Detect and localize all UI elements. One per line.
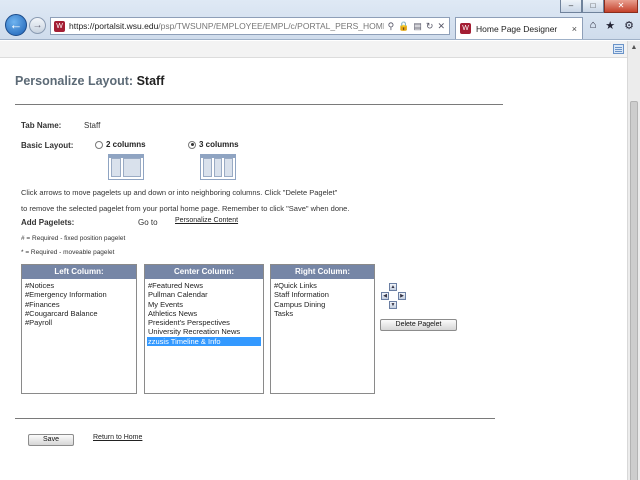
url-text[interactable]: https://portalsit.wsu.edu/psp/TWSUNP/EMP… bbox=[69, 21, 384, 31]
radio-3-columns[interactable] bbox=[188, 140, 196, 149]
tab-title: Home Page Designer bbox=[476, 23, 558, 34]
tab-name-value: Staff bbox=[84, 121, 101, 130]
scroll-up-icon[interactable]: ▲ bbox=[628, 41, 640, 55]
move-right-icon[interactable]: ▶ bbox=[398, 292, 406, 300]
move-up-icon[interactable]: ▲ bbox=[389, 283, 397, 291]
list-item[interactable]: Athletics News bbox=[147, 309, 261, 318]
selected-list-item[interactable]: zzusis Timeline & Info bbox=[147, 336, 261, 347]
list-item[interactable]: University Recreation News bbox=[147, 327, 261, 336]
list-item[interactable]: #Notices bbox=[24, 281, 134, 290]
right-column-panel: Right Column: #Quick Links Staff Informa… bbox=[270, 264, 375, 394]
vertical-scrollbar[interactable]: ▲ bbox=[627, 41, 640, 480]
footer-divider bbox=[15, 418, 495, 419]
close-window-button[interactable]: ✕ bbox=[604, 0, 638, 13]
legend-required-fixed: # = Required - fixed position pagelet bbox=[21, 235, 126, 242]
left-column-list[interactable]: #Notices #Emergency Information #Finance… bbox=[22, 279, 136, 327]
list-item[interactable]: #Payroll bbox=[24, 318, 134, 327]
layout-column bbox=[203, 158, 212, 177]
list-item[interactable]: #Cougarcard Balance bbox=[24, 309, 134, 318]
compatibility-icon[interactable]: ▤ bbox=[413, 21, 422, 32]
save-button[interactable]: Save bbox=[28, 434, 74, 446]
layout-option-3-columns[interactable]: 3 columns bbox=[188, 140, 239, 149]
move-arrows: ▲ ◀ ▶ ▼ bbox=[380, 283, 406, 309]
scroll-thumb[interactable] bbox=[630, 101, 638, 480]
layout-column bbox=[224, 158, 234, 177]
move-left-icon[interactable]: ◀ bbox=[381, 292, 389, 300]
center-column-panel: Center Column: #Featured News Pullman Ca… bbox=[144, 264, 264, 394]
two-column-layout-icon[interactable] bbox=[108, 154, 144, 180]
list-item[interactable]: President's Perspectives bbox=[147, 318, 261, 327]
gear-icon[interactable]: ⚙ bbox=[624, 19, 634, 32]
list-item[interactable]: Tasks bbox=[273, 309, 372, 318]
favorites-icon[interactable]: ★ bbox=[605, 19, 615, 32]
stop-icon[interactable]: ✕ bbox=[437, 21, 445, 32]
window-controls: – □ ✕ bbox=[560, 0, 638, 13]
address-bar[interactable]: W https://portalsit.wsu.edu/psp/TWSUNP/E… bbox=[50, 17, 450, 35]
site-favicon-icon: W bbox=[54, 20, 65, 32]
list-item[interactable]: #Quick Links bbox=[273, 281, 372, 290]
instructions-line-1: Click arrows to move pagelets up and dow… bbox=[21, 188, 338, 197]
layout-column bbox=[213, 158, 223, 177]
left-column-header: Left Column: bbox=[22, 265, 136, 279]
instructions-line-2: to remove the selected pagelet from your… bbox=[21, 204, 350, 213]
right-column-list[interactable]: #Quick Links Staff Information Campus Di… bbox=[271, 279, 374, 318]
center-column-list[interactable]: #Featured News Pullman Calendar My Event… bbox=[145, 279, 263, 347]
back-button[interactable]: ← bbox=[5, 14, 27, 36]
right-column-header: Right Column: bbox=[271, 265, 374, 279]
lock-icon[interactable]: 🔒 bbox=[398, 21, 409, 32]
layout-column bbox=[111, 158, 121, 177]
list-item[interactable]: Staff Information bbox=[273, 290, 372, 299]
personalize-content-link[interactable]: Personalize Content bbox=[175, 217, 238, 224]
browser-tab[interactable]: W Home Page Designer × bbox=[455, 17, 583, 39]
layout-option-2-columns[interactable]: 2 columns bbox=[95, 140, 146, 149]
portal-header-strip bbox=[0, 41, 627, 58]
move-down-icon[interactable]: ▼ bbox=[389, 301, 397, 309]
list-item[interactable]: My Events bbox=[147, 300, 261, 309]
add-pagelets-label: Add Pagelets: bbox=[21, 218, 75, 227]
browser-toolbar-icons: ⌂ ★ ⚙ bbox=[590, 19, 634, 32]
search-icon[interactable]: ⚲ bbox=[388, 21, 395, 32]
page-title: Personalize Layout: Staff bbox=[15, 74, 165, 88]
delete-pagelet-button[interactable]: Delete Pagelet bbox=[380, 319, 457, 331]
browser-chrome: – □ ✕ ← → W https://portalsit.wsu.edu/ps… bbox=[0, 0, 640, 40]
center-column-header: Center Column: bbox=[145, 265, 263, 279]
left-column-panel: Left Column: #Notices #Emergency Informa… bbox=[21, 264, 137, 394]
list-item[interactable]: Campus Dining bbox=[273, 300, 372, 309]
tab-name-label: Tab Name: bbox=[21, 121, 62, 130]
list-item[interactable]: Pullman Calendar bbox=[147, 290, 261, 299]
legend-required-moveable: * = Required - moveable pagelet bbox=[21, 249, 115, 256]
three-column-layout-icon[interactable] bbox=[200, 154, 236, 180]
close-tab-icon[interactable]: × bbox=[572, 24, 582, 34]
layout-column bbox=[123, 158, 141, 177]
list-item[interactable]: #Featured News bbox=[147, 281, 261, 290]
address-tools: ⚲ 🔒 ▤ ↻ ✕ bbox=[384, 21, 449, 32]
refresh-icon[interactable]: ↻ bbox=[426, 21, 434, 32]
minimize-button[interactable]: – bbox=[560, 0, 582, 13]
return-to-home-link[interactable]: Return to Home bbox=[93, 434, 142, 441]
radio-2-columns[interactable] bbox=[95, 140, 103, 149]
basic-layout-label: Basic Layout: bbox=[21, 141, 74, 150]
go-to-label: Go to bbox=[138, 218, 158, 227]
maximize-button[interactable]: □ bbox=[582, 0, 604, 13]
list-item[interactable]: #Finances bbox=[24, 300, 134, 309]
forward-button[interactable]: → bbox=[29, 17, 46, 34]
home-icon[interactable]: ⌂ bbox=[590, 19, 597, 32]
title-divider bbox=[15, 104, 503, 105]
tab-favicon-icon: W bbox=[460, 23, 471, 34]
list-item[interactable]: #Emergency Information bbox=[24, 290, 134, 299]
page-menu-icon[interactable] bbox=[613, 44, 624, 54]
